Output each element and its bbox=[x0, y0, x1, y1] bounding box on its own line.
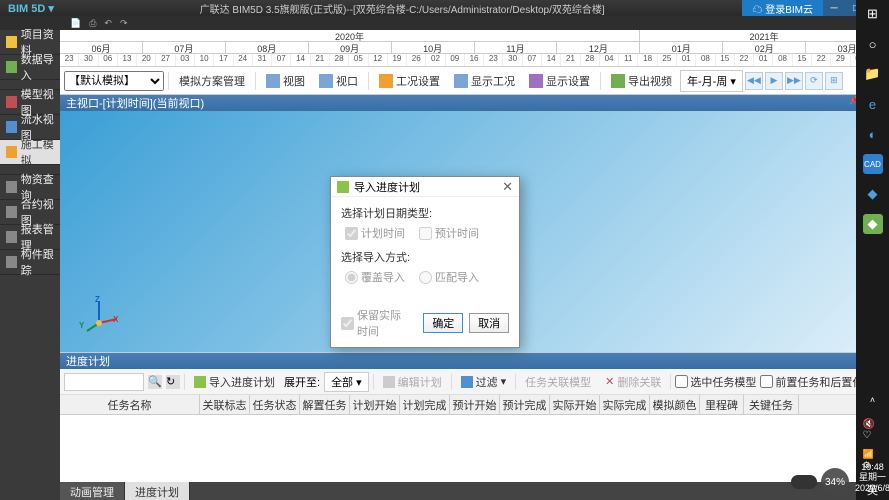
win-start-icon[interactable]: ⊞ bbox=[863, 4, 883, 24]
viewport-titlebar: 主视口-[计划时间](当前视口) 📌 □ ✕ bbox=[60, 95, 889, 111]
qa-icon[interactable]: ↷ bbox=[120, 18, 128, 29]
dialog-titlebar: 导入进度计划 ✕ bbox=[331, 177, 519, 197]
play-button[interactable]: ▶ bbox=[765, 72, 783, 90]
loop-button[interactable]: ⟳ bbox=[805, 72, 823, 90]
view-button[interactable]: 视图 bbox=[260, 71, 311, 91]
import-plan-button[interactable]: 导入进度计划 bbox=[189, 372, 280, 392]
win-app1-icon[interactable]: CAD bbox=[863, 154, 883, 174]
import-mode-label: 选择导入方式: bbox=[341, 249, 509, 265]
win-edge-icon[interactable]: ◐ bbox=[863, 124, 883, 144]
cancel-button[interactable]: 取消 bbox=[469, 313, 509, 333]
win-app2-icon[interactable]: ◆ bbox=[863, 184, 883, 204]
tab-progress[interactable]: 进度计划 bbox=[125, 482, 190, 500]
remove-assoc-button[interactable]: ✕删除关联 bbox=[600, 372, 666, 392]
axis-gizmo: ZXY bbox=[85, 297, 125, 337]
show-work-button[interactable]: 显示工况 bbox=[448, 71, 521, 91]
tray-up-icon[interactable]: ˄ bbox=[863, 390, 883, 410]
chk-keep-actual[interactable]: 保留实际时间 bbox=[341, 307, 411, 339]
system-clock[interactable]: 19:48 星期一 2020/6/8 bbox=[855, 462, 889, 494]
progress-grid-body[interactable] bbox=[60, 415, 889, 482]
minimize-button[interactable]: ─ bbox=[823, 0, 845, 16]
edit-plan-button[interactable]: 编辑计划 bbox=[378, 372, 447, 392]
extra-button[interactable]: ⊞ bbox=[825, 72, 843, 90]
filter-button[interactable]: 过滤▾ bbox=[456, 372, 512, 392]
plan-manage-button[interactable]: 模拟方案管理 bbox=[173, 71, 251, 91]
cloud-login[interactable]: ☁ 登录BIM云 bbox=[742, 0, 823, 16]
mode-select[interactable]: 【默认模拟】 bbox=[64, 71, 164, 91]
dialog-icon bbox=[337, 181, 349, 193]
rewind-button[interactable]: ◀◀ bbox=[745, 72, 763, 90]
progress-panel: 进度计划 📌 □ ✕ 🔍 ↻ 导入进度计划 展开至: 全部 ▾ 编辑计划 过滤▾ bbox=[60, 352, 889, 482]
timeline[interactable]: 2020年2021年 06月07月08月09月10月11月12月01月02月03… bbox=[60, 30, 889, 67]
progress-panel-title: 进度计划 📌 □ ✕ bbox=[60, 353, 889, 369]
show-setting-button[interactable]: 显示设置 bbox=[523, 71, 596, 91]
progress-grid-header: 任务名称关联标志任务状态解置任务计划开始计划完成预计开始预计完成实际开始实际完成… bbox=[60, 395, 889, 415]
time-unit-select[interactable]: 年-月-周 ▾ bbox=[680, 70, 743, 92]
work-setting-button[interactable]: 工况设置 bbox=[373, 71, 446, 91]
win-ie-icon[interactable]: e bbox=[863, 94, 883, 114]
titlebar: BIM 5D ▾ 广联达 BIM5D 3.5旗舰版(正式版)--[双苑综合楼-C… bbox=[0, 0, 889, 16]
viewport-title-text: 主视口-[计划时间](当前视口) bbox=[66, 95, 204, 111]
export-video-button[interactable]: 导出视频 bbox=[605, 71, 678, 91]
assoc-model-button[interactable]: 任务关联模型 bbox=[520, 372, 596, 392]
nav-construction-sim[interactable]: 施工模拟 bbox=[0, 140, 60, 165]
tray-volume-icon[interactable]: 🔇 ♡ bbox=[863, 420, 883, 440]
search-input[interactable] bbox=[64, 373, 144, 391]
opt-plan-time[interactable]: 计划时间 bbox=[345, 225, 405, 241]
app-logo[interactable]: BIM 5D ▾ bbox=[0, 2, 62, 15]
nav-component-track[interactable]: 构件跟踪 bbox=[0, 250, 60, 275]
expand-label: 展开至: bbox=[284, 374, 320, 390]
chk-selected-model[interactable]: 选中任务模型 bbox=[675, 374, 756, 390]
battery-widget[interactable]: 34% bbox=[791, 468, 849, 496]
nav-data-import[interactable]: 数据导入 bbox=[0, 55, 60, 80]
qa-icon[interactable]: ↶ bbox=[104, 18, 112, 29]
progress-toolbar: 🔍 ↻ 导入进度计划 展开至: 全部 ▾ 编辑计划 过滤▾ 任务关联模型 ✕删除… bbox=[60, 369, 889, 395]
expand-select[interactable]: 全部 ▾ bbox=[324, 372, 369, 392]
date-type-label: 选择计划日期类型: bbox=[341, 205, 509, 221]
qa-icon[interactable]: 📄 bbox=[70, 18, 81, 29]
quick-access-bar: 📄 ⎙ ↶ ↷ bbox=[0, 16, 889, 30]
search-icon[interactable]: 🔍 bbox=[148, 375, 162, 389]
opt-match[interactable]: 匹配导入 bbox=[419, 269, 479, 285]
windows-action-center: ⊞ ○ 📁 e ◐ CAD ◆ ◆ ˄ 🔇 ♡ 📶 ⚙ 英 19:48 星期一 … bbox=[856, 0, 889, 500]
dialog-title-text: 导入进度计划 bbox=[354, 179, 420, 195]
import-plan-dialog: 导入进度计划 ✕ 选择计划日期类型: 计划时间 预计时间 选择导入方式: 覆盖导… bbox=[330, 176, 520, 348]
opt-overwrite[interactable]: 覆盖导入 bbox=[345, 269, 405, 285]
opt-forecast-time[interactable]: 预计时间 bbox=[419, 225, 479, 241]
qa-icon[interactable]: ⎙ bbox=[89, 18, 96, 29]
win-search-icon[interactable]: ○ bbox=[863, 34, 883, 54]
ok-button[interactable]: 确定 bbox=[423, 313, 463, 333]
win-folder-icon[interactable]: 📁 bbox=[863, 64, 883, 84]
left-navigation: 项目资料 数据导入 模型视图 流水视图 施工模拟 物资查询 合约视图 报表管理 … bbox=[0, 30, 60, 500]
tab-animation[interactable]: 动画管理 bbox=[60, 482, 125, 500]
viewport-button[interactable]: 视口 bbox=[313, 71, 364, 91]
window-title: 广联达 BIM5D 3.5旗舰版(正式版)--[双苑综合楼-C:/Users/A… bbox=[62, 1, 743, 16]
forward-button[interactable]: ▶▶ bbox=[785, 72, 803, 90]
dialog-close-icon[interactable]: ✕ bbox=[502, 179, 513, 195]
main-toolbar: 【默认模拟】 模拟方案管理 视图 视口 工况设置 显示工况 显示设置 导出视频 … bbox=[60, 67, 889, 95]
refresh-icon[interactable]: ↻ bbox=[166, 375, 180, 389]
bottom-tabs: 动画管理 进度计划 bbox=[60, 482, 889, 500]
win-app3-icon[interactable]: ◆ bbox=[863, 214, 883, 234]
